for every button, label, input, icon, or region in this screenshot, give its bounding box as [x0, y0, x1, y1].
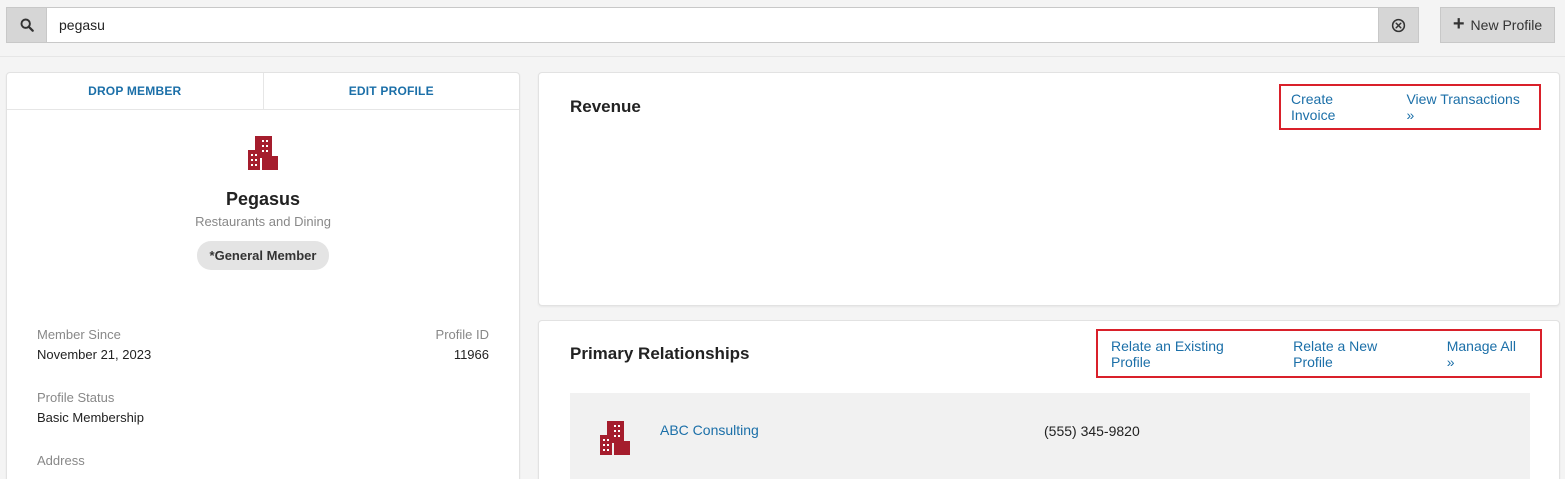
relate-existing-profile-link[interactable]: Relate an Existing Profile: [1111, 338, 1266, 370]
relate-new-profile-link[interactable]: Relate a New Profile: [1293, 338, 1420, 370]
relationship-name-link[interactable]: ABC Consulting: [660, 422, 759, 438]
new-profile-label: New Profile: [1470, 17, 1543, 33]
manage-all-link[interactable]: Manage All »: [1447, 338, 1527, 370]
revenue-card: Revenue Create Invoice View Transactions…: [538, 72, 1560, 306]
search-button[interactable]: [7, 8, 47, 42]
edit-profile-tab[interactable]: EDIT PROFILE: [262, 73, 520, 109]
building-icon: [248, 136, 278, 170]
profile-header: Pegasus Restaurants and Dining *General …: [7, 110, 519, 270]
profile-fields: Member Since November 21, 2023 Profile I…: [37, 327, 489, 479]
address-label: Address: [37, 453, 85, 468]
view-transactions-link[interactable]: View Transactions »: [1406, 91, 1529, 123]
relationships-card: Primary Relationships Relate an Existing…: [538, 320, 1560, 479]
new-profile-button[interactable]: + New Profile: [1440, 7, 1555, 43]
relationship-row: ABC Consulting (555) 345-9820: [570, 393, 1530, 479]
header-divider: [0, 56, 1565, 57]
revenue-actions: Create Invoice View Transactions »: [1279, 84, 1541, 130]
search-input[interactable]: [47, 8, 1378, 42]
revenue-title: Revenue: [570, 97, 641, 116]
profile-status-value: Basic Membership: [37, 410, 144, 425]
building-icon: [600, 421, 630, 455]
search-icon: [20, 18, 34, 32]
profile-category: Restaurants and Dining: [195, 214, 331, 229]
relationship-actions: Relate an Existing Profile Relate a New …: [1096, 329, 1542, 378]
clear-search-button[interactable]: [1378, 8, 1418, 42]
profile-tabs: DROP MEMBER EDIT PROFILE: [7, 73, 519, 110]
membership-badge: *General Member: [196, 241, 330, 270]
create-invoice-link[interactable]: Create Invoice: [1291, 91, 1379, 123]
search-bar: [6, 7, 1419, 43]
profile-name: Pegasus: [225, 189, 301, 209]
drop-member-tab[interactable]: DROP MEMBER: [7, 73, 263, 109]
profile-status-label: Profile Status: [37, 390, 115, 405]
relationships-title: Primary Relationships: [570, 344, 750, 363]
relationship-phone: (555) 345-9820: [1044, 423, 1140, 439]
plus-icon: +: [1452, 13, 1465, 35]
member-since-label: Member Since: [37, 327, 121, 342]
profile-id-label: Profile ID: [435, 327, 489, 342]
member-since-value: November 21, 2023: [37, 347, 152, 362]
profile-card: DROP MEMBER EDIT PROFILE Pegasus Restaur…: [6, 72, 520, 479]
profile-id-value: 11966: [453, 347, 489, 362]
clear-circle-icon: [1391, 18, 1406, 32]
